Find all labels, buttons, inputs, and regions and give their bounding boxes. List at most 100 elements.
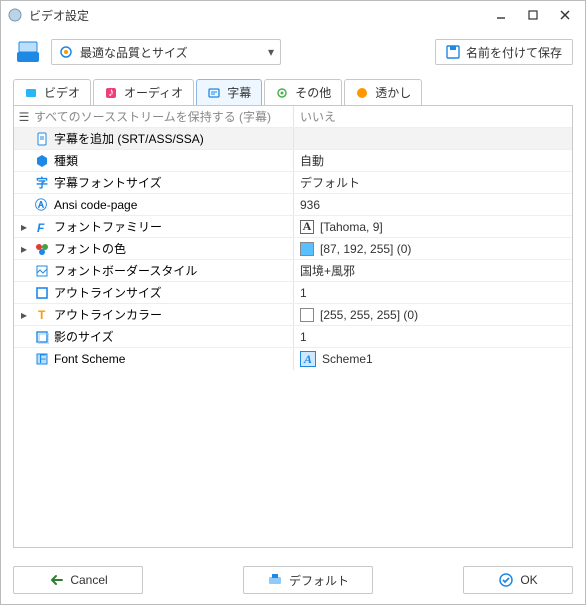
app-icon (7, 7, 23, 23)
window-title: ビデオ設定 (29, 7, 487, 24)
footer: Cancel デフォルト OK (1, 556, 585, 604)
save-as-button[interactable]: 名前を付けて保存 (435, 39, 573, 65)
maximize-button[interactable] (519, 5, 547, 25)
printer-icon (267, 573, 283, 587)
gear-icon (275, 86, 289, 100)
cancel-button[interactable]: Cancel (13, 566, 143, 594)
watermark-icon (355, 86, 369, 100)
window-controls (487, 5, 579, 25)
svg-text:Ⓐ: Ⓐ (35, 198, 47, 212)
property-row[interactable]: フォントボーダースタイル 国境+風邪 (14, 260, 572, 282)
property-value: デフォルト (300, 174, 360, 191)
property-value: 1 (300, 286, 307, 300)
property-label: 影のサイズ (54, 328, 114, 345)
property-value: [87, 192, 255] (0) (320, 242, 411, 256)
quality-select[interactable]: 最適な品質とサイズ ▾ (51, 39, 281, 65)
file-icon (34, 131, 50, 147)
svg-text:F: F (37, 221, 45, 234)
minimize-button[interactable] (487, 5, 515, 25)
property-label: Ansi code-page (54, 198, 137, 212)
property-row[interactable]: Ⓐ Ansi code-page 936 (14, 194, 572, 216)
tab-watermark-label: 透かし (375, 84, 411, 101)
row-icon (34, 329, 50, 345)
tabs: ビデオ ♪ オーディオ 字幕 その他 透かし (1, 75, 585, 105)
property-value: 936 (300, 198, 320, 212)
check-icon (498, 572, 514, 588)
toolbar: 最適な品質とサイズ ▾ 名前を付けて保存 (1, 29, 585, 75)
property-value: 自動 (300, 152, 324, 169)
row-icon: Ⓐ (34, 197, 50, 213)
property-label: フォントボーダースタイル (54, 262, 197, 279)
save-as-label: 名前を付けて保存 (466, 44, 562, 61)
svg-text:♪: ♪ (108, 87, 114, 99)
tab-audio-label: オーディオ (124, 84, 183, 101)
property-row[interactable]: FFont SchemeAScheme1 (14, 348, 572, 370)
add-subtitle-row[interactable]: 字幕を追加 (SRT/ASS/SSA) (14, 128, 572, 150)
color-chip-icon (300, 242, 314, 256)
tab-subtitle-label: 字幕 (227, 84, 251, 101)
ok-label: OK (520, 573, 537, 587)
property-grid: ☰ すべてのソースストリームを保持する (字幕) いいえ 字幕を追加 (SRT/… (13, 105, 573, 548)
tab-watermark[interactable]: 透かし (344, 79, 422, 105)
property-row[interactable]: 影のサイズ 1 (14, 326, 572, 348)
property-row[interactable]: アウトラインサイズ 1 (14, 282, 572, 304)
close-button[interactable] (551, 5, 579, 25)
audio-icon: ♪ (104, 86, 118, 100)
profile-icon (13, 37, 43, 67)
row-icon: 字 (34, 175, 50, 191)
tab-video-label: ビデオ (44, 84, 80, 101)
property-label: 種類 (54, 152, 78, 169)
svg-text:T: T (38, 308, 46, 322)
property-label: アウトラインサイズ (54, 284, 162, 301)
add-subtitle-label: 字幕を追加 (SRT/ASS/SSA) (54, 130, 204, 147)
property-value: [255, 255, 255] (0) (320, 308, 418, 322)
property-value: Scheme1 (322, 352, 373, 366)
expand-icon[interactable]: ▸ (18, 242, 30, 256)
row-icon (34, 263, 50, 279)
property-row[interactable]: ▸ T アウトラインカラー [255, 255, 255] (0) (14, 304, 572, 326)
default-label: デフォルト (289, 572, 349, 589)
property-label: 字幕フォントサイズ (54, 174, 162, 191)
subtitle-icon (207, 86, 221, 100)
row-icon (34, 285, 50, 301)
color-chip-icon (300, 308, 314, 322)
collapse-icon[interactable]: ☰ (18, 110, 30, 124)
save-icon (446, 45, 460, 59)
quality-label: 最適な品質とサイズ (80, 44, 268, 61)
expand-icon[interactable]: ▸ (18, 220, 30, 234)
tab-video[interactable]: ビデオ (13, 79, 91, 105)
property-label: Font Scheme (54, 352, 125, 366)
property-row[interactable]: ▸ フォントの色 [87, 192, 255] (0) (14, 238, 572, 260)
property-row[interactable]: 種類 自動 (14, 150, 572, 172)
chevron-down-icon: ▾ (268, 45, 274, 59)
property-value: [Tahoma, 9] (320, 220, 383, 234)
video-icon (24, 86, 38, 100)
grid-header-row: ☰ すべてのソースストリームを保持する (字幕) いいえ (14, 106, 572, 128)
tab-other-label: その他 (295, 84, 331, 101)
expand-icon[interactable]: ▸ (18, 308, 30, 322)
quality-icon (58, 44, 74, 60)
svg-text:F: F (39, 352, 46, 366)
ok-button[interactable]: OK (463, 566, 573, 594)
row-icon: T (34, 307, 50, 323)
grid-header-value: いいえ (300, 108, 336, 125)
cancel-label: Cancel (70, 573, 107, 587)
tab-other[interactable]: その他 (264, 79, 342, 105)
svg-text:字: 字 (36, 176, 48, 190)
tab-audio[interactable]: ♪ オーディオ (93, 79, 194, 105)
titlebar: ビデオ設定 (1, 1, 585, 29)
property-label: フォントの色 (54, 240, 126, 257)
row-icon: F (34, 351, 50, 367)
row-icon (34, 241, 50, 257)
property-value: 国境+風邪 (300, 262, 355, 279)
back-arrow-icon (48, 573, 64, 587)
property-label: フォントファミリー (54, 218, 162, 235)
row-icon: F (34, 219, 50, 235)
grid-header-label: すべてのソースストリームを保持する (字幕) (34, 108, 271, 125)
property-row[interactable]: ▸FフォントファミリーA[Tahoma, 9] (14, 216, 572, 238)
property-label: アウトラインカラー (54, 306, 162, 323)
property-row[interactable]: 字字幕フォントサイズ デフォルト (14, 172, 572, 194)
tab-subtitle[interactable]: 字幕 (196, 79, 262, 105)
property-value: 1 (300, 330, 307, 344)
default-button[interactable]: デフォルト (243, 566, 373, 594)
